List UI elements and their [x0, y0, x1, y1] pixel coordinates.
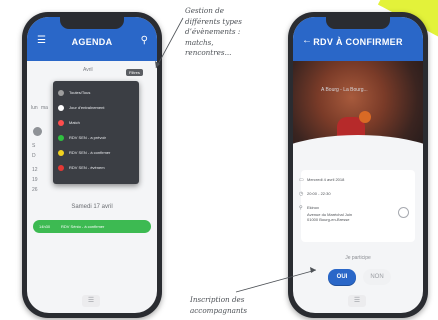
rdv-date: Mercredi 4 avril 2018: [307, 177, 345, 182]
annotation-event-types: Gestion de différents types d’évènements…: [185, 6, 242, 59]
filter-item-rdv-to-confirm[interactable]: RDV SEN - à confirmer: [58, 145, 135, 160]
filter-item-label: RDV SEN - évènem: [69, 165, 105, 170]
yes-button[interactable]: OUI: [328, 269, 356, 285]
annotation-line: d’évènements :: [185, 27, 241, 36]
calendar-icon: ▭: [299, 177, 304, 183]
phone-rdv-detail: A Bourg - La Bourg... ← RDV À CONFIRMER …: [288, 12, 428, 318]
phone-agenda: ☰ AGENDA ⚲ Avril lun ma S D 12 19 26 Fil…: [22, 12, 162, 318]
search-icon[interactable]: ⚲: [141, 34, 148, 48]
filter-item-training[interactable]: Jour d'entraînement: [58, 100, 135, 115]
annotation-line: matchs,: [185, 37, 214, 47]
calendar-month-label: Avril: [83, 67, 93, 73]
selected-date-label: Samedi 17 avril: [71, 204, 113, 210]
calendar-weekday-mar: ma: [41, 105, 48, 111]
agenda-event-item[interactable]: 14h30 RDV Sénio - à confirmer: [33, 220, 151, 233]
annotation-line: Gestion de: [185, 6, 224, 15]
calendar-week-1[interactable]: 12: [32, 167, 38, 173]
event-label: RDV Sénio - à confirmer: [61, 224, 105, 229]
rdv-place-name: Ekinox: [307, 205, 320, 210]
rdv-time: 20:00 - 22:30: [307, 191, 331, 196]
phone-notch: [60, 17, 124, 29]
event-type-filter-menu: Toutes/Tous Jour d'entraînement Match RD…: [53, 81, 139, 184]
map-link-icon[interactable]: [398, 207, 409, 218]
rdv-address: Avenue du Maréchal Juin 01000 Bourg-en-B…: [307, 212, 352, 222]
no-button[interactable]: NON: [363, 269, 391, 285]
clock-icon: ◷: [299, 191, 304, 197]
annotation-companions: Inscription des accompagnants: [190, 295, 247, 316]
filter-dot-icon: [58, 104, 64, 111]
calendar-day-s: S: [32, 143, 36, 149]
phone-notch: [326, 17, 390, 29]
annotation-line: rencontres...: [185, 48, 232, 57]
rdv-place-row: ⚲ Ekinox: [299, 205, 319, 211]
event-time: 14h30: [39, 224, 51, 229]
filter-item-label: Jour d'entraînement: [69, 105, 105, 110]
annotation-line: différents types: [185, 16, 242, 26]
list-icon[interactable]: ☰: [82, 295, 100, 307]
rdv-address-line-2: 01000 Bourg-en-Bresse: [307, 217, 350, 222]
filter-dot-icon: [58, 119, 64, 126]
filter-dot-icon: [58, 89, 64, 96]
calendar-week-3[interactable]: 26: [32, 187, 38, 193]
calendar-week-2[interactable]: 19: [32, 177, 38, 183]
annotation-line: Inscription des: [190, 295, 245, 304]
location-pin-icon: ⚲: [299, 205, 303, 211]
list-icon[interactable]: ☰: [348, 295, 366, 307]
filter-item-label: RDV SEN - a prévoir: [69, 135, 106, 140]
filter-item-rdv-planned[interactable]: RDV SEN - a prévoir: [58, 130, 135, 145]
agenda-title: AGENDA: [71, 37, 113, 47]
filter-dot-icon: [58, 149, 64, 156]
filter-item-label: Toutes/Tous: [69, 90, 91, 95]
phone-screen-rdv: A Bourg - La Bourg... ← RDV À CONFIRMER …: [293, 17, 423, 313]
filter-item-all[interactable]: Toutes/Tous: [58, 85, 135, 100]
rdv-title: RDV À CONFIRMER: [313, 37, 403, 47]
filter-dot-icon: [58, 164, 64, 171]
calendar-today-marker[interactable]: [33, 127, 42, 136]
filter-item-label: RDV SEN - à confirmer: [69, 150, 111, 155]
filter-chip[interactable]: Filtres: [126, 69, 143, 76]
participate-label: Je participe: [345, 255, 371, 261]
calendar-weekday-lun: lun: [31, 105, 38, 111]
filter-item-match[interactable]: Match: [58, 115, 135, 130]
filter-item-label: Match: [69, 120, 80, 125]
filter-item-rdv-event[interactable]: RDV SEN - évènem: [58, 160, 135, 175]
calendar-day-d: D: [32, 153, 36, 159]
filter-dot-icon: [58, 134, 64, 141]
phone-screen-agenda: ☰ AGENDA ⚲ Avril lun ma S D 12 19 26 Fil…: [27, 17, 157, 313]
photo-caption: A Bourg - La Bourg...: [321, 87, 368, 93]
rdv-time-row: ◷ 20:00 - 22:30: [299, 191, 331, 197]
annotation-line: accompagnants: [190, 305, 248, 315]
basketball-icon: [359, 111, 371, 123]
rdv-date-row: ▭ Mercredi 4 avril 2018: [299, 177, 344, 183]
